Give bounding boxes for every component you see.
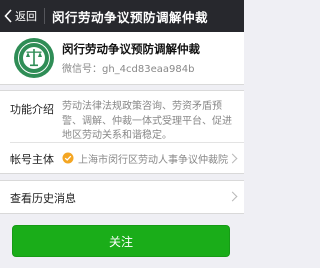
account-profile-header: 闵行劳动争议预防调解仲裁 微信号：gh_4cd83eaa984b bbox=[0, 32, 244, 85]
chevron-left-icon bbox=[4, 9, 12, 23]
scales-of-justice-icon bbox=[15, 39, 53, 77]
chevron-right-icon bbox=[227, 153, 238, 164]
entity-label: 帐号主体 bbox=[10, 153, 54, 166]
follow-button-label: 关注 bbox=[108, 234, 133, 249]
back-label: 返回 bbox=[15, 10, 37, 23]
account-entity-row[interactable]: 帐号主体 上海市闵行区劳动人事争议仲裁院 bbox=[0, 143, 244, 173]
chevron-right-icon bbox=[227, 191, 238, 202]
account-logo bbox=[14, 38, 54, 78]
page-title: 闵行劳动争议预防调解仲裁 bbox=[52, 10, 209, 25]
wechat-id: 微信号：gh_4cd83eaa984b bbox=[62, 64, 195, 75]
intro-text: 劳动法律法规政策咨询、劳资矛盾预警、调解、仲裁一体式受理平台、促进地区劳动关系和… bbox=[62, 101, 232, 141]
verified-check-icon bbox=[62, 152, 74, 164]
back-button[interactable]: 返回 bbox=[4, 7, 37, 25]
account-name: 闵行劳动争议预防调解仲裁 bbox=[62, 42, 200, 56]
intro-label: 功能介绍 bbox=[10, 103, 54, 116]
nav-divider bbox=[44, 8, 45, 24]
history-messages-row[interactable]: 查看历史消息 bbox=[0, 180, 244, 214]
navigation-bar: 返回 闵行劳动争议预防调解仲裁 bbox=[0, 0, 244, 32]
history-label: 查看历史消息 bbox=[10, 192, 76, 205]
entity-value: 上海市闵行区劳动人事争议仲裁院 bbox=[78, 155, 228, 166]
info-section: 功能介绍 劳动法律法规政策咨询、劳资矛盾预警、调解、仲裁一体式受理平台、促进地区… bbox=[0, 90, 244, 174]
follow-button[interactable]: 关注 bbox=[12, 225, 230, 257]
